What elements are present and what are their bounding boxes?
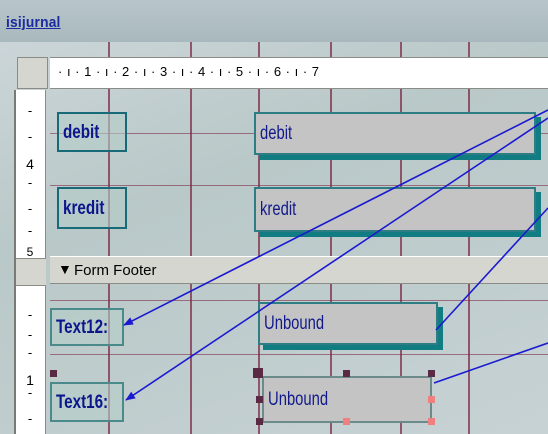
grid-line: [50, 185, 548, 186]
form-selector[interactable]: [17, 57, 48, 89]
section-label: Form Footer: [74, 262, 157, 279]
resize-handle[interactable]: [343, 418, 350, 425]
horizontal-ruler[interactable]: · ı · 1 · ı · 2 · ı · 3 · ı · 4 · ı · 5 …: [50, 57, 548, 89]
ruler-label-4: 4: [26, 156, 34, 172]
title-bar: isijurnal: [0, 0, 548, 42]
resize-handle[interactable]: [256, 418, 263, 425]
form-footer-section-bar[interactable]: ▼ Form Footer: [50, 256, 548, 284]
text16-label[interactable]: Text16:: [50, 382, 124, 422]
debit-textbox[interactable]: debit: [254, 112, 536, 155]
section-selector[interactable]: [16, 258, 46, 286]
resize-handle[interactable]: [428, 370, 435, 377]
kredit-textbox[interactable]: kredit: [254, 187, 536, 232]
resize-handle[interactable]: [343, 370, 350, 377]
label-move-handle[interactable]: [50, 370, 57, 377]
debit-label[interactable]: debit: [57, 112, 127, 152]
resize-handle[interactable]: [428, 418, 435, 425]
ruler-marks: · ı · 1 · ı · 2 · ı · 3 · ı · 4 · ı · 5 …: [58, 64, 320, 79]
text12-label[interactable]: Text12:: [50, 308, 124, 346]
ruler-tick: -: [27, 411, 33, 426]
ruler-tick: -: [27, 385, 33, 400]
grid-line: [50, 300, 548, 301]
text16-textbox[interactable]: Unbound: [262, 376, 432, 423]
ruler-tick: -: [27, 103, 33, 118]
resize-handle[interactable]: [256, 396, 263, 403]
ruler-tick: -: [27, 307, 33, 322]
move-handle[interactable]: [253, 368, 263, 378]
form-design-window: isijurnal · ı · 1 · ı · 2 · ı · 3 · ı · …: [0, 0, 548, 434]
text12-textbox[interactable]: Unbound: [258, 302, 438, 345]
window-title: isijurnal: [6, 14, 61, 31]
section-down-arrow-icon: ▼: [58, 261, 72, 277]
ruler-tick: -: [27, 345, 33, 360]
ruler-tick: -: [27, 129, 33, 144]
ruler-tick: -: [27, 201, 33, 216]
kredit-label[interactable]: kredit: [57, 187, 127, 229]
ruler-tick: -: [27, 327, 33, 342]
annotation-arrow: [433, 342, 548, 384]
ruler-tick: -: [27, 223, 33, 238]
resize-handle[interactable]: [428, 396, 435, 403]
vertical-ruler[interactable]: - - 4 - - - 5 - - - 1 - -: [14, 90, 46, 434]
grid-line: [50, 354, 548, 355]
ruler-tick: -: [27, 175, 33, 190]
